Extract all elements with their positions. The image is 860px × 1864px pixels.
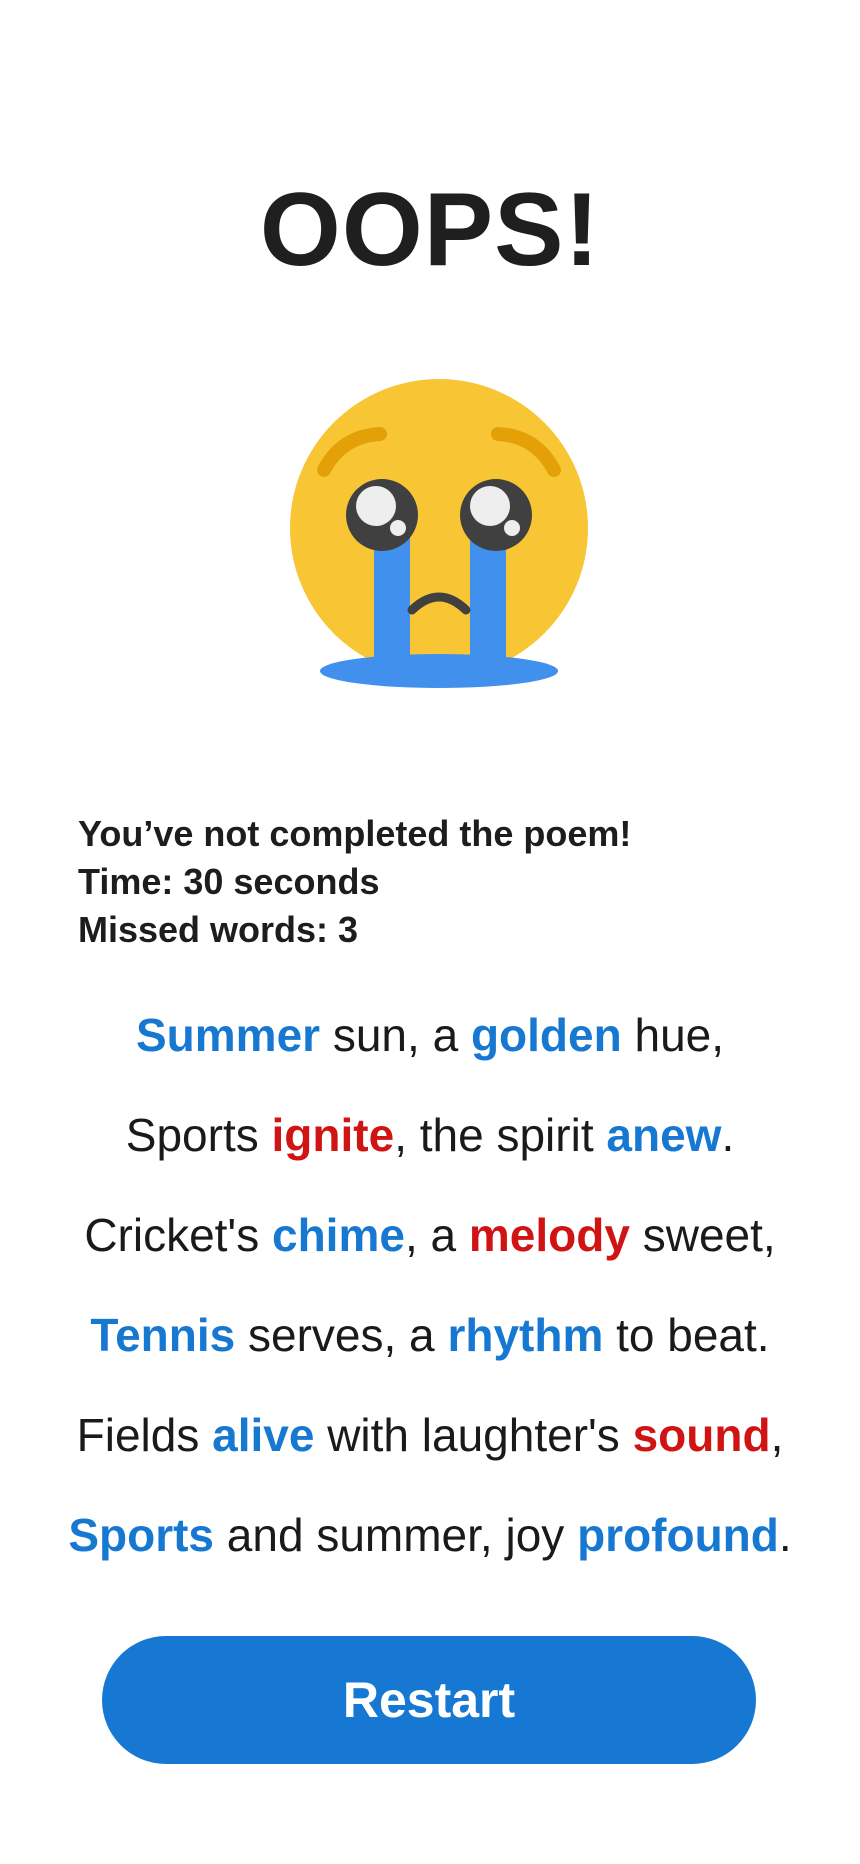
poem-line: Fields alive with laughter's sound, <box>0 1385 860 1485</box>
poem-text: and summer, joy <box>214 1509 578 1561</box>
poem-word: Tennis <box>90 1309 236 1361</box>
poem-text: , a <box>404 1209 469 1261</box>
poem-line: Tennis serves, a rhythm to beat. <box>0 1285 860 1385</box>
poem: Summer sun, a golden hue, Sports ignite,… <box>0 985 860 1585</box>
poem-line: Sports ignite, the spirit anew. <box>0 1085 860 1185</box>
poem-word: Summer <box>135 1009 321 1061</box>
poem-text: sweet, <box>629 1209 776 1261</box>
poem-word: ignite <box>271 1109 395 1161</box>
result-summary: You’ve not completed the poem! Time: 30 … <box>78 810 798 954</box>
poem-text: sun, a <box>320 1009 471 1061</box>
result-message: You’ve not completed the poem! <box>78 813 632 854</box>
poem-word: Sports <box>68 1509 215 1561</box>
poem-line: Cricket's chime, a melody sweet, <box>0 1185 860 1285</box>
poem-line: Summer sun, a golden hue, <box>0 985 860 1085</box>
poem-word: golden <box>470 1009 622 1061</box>
poem-text: , <box>770 1409 784 1461</box>
poem-word: alive <box>212 1409 315 1461</box>
poem-text: serves, a <box>235 1309 448 1361</box>
poem-line: Sports and summer, joy profound. <box>0 1485 860 1585</box>
poem-text: to beat. <box>603 1309 770 1361</box>
poem-text: hue, <box>621 1009 725 1061</box>
page-title: OOPS! <box>259 172 601 288</box>
poem-word: anew <box>606 1109 722 1161</box>
poem-word: rhythm <box>447 1309 604 1361</box>
poem-text: with laughter's <box>314 1409 633 1461</box>
result-time: Time: 30 seconds <box>78 861 380 902</box>
poem-text: . <box>721 1109 735 1161</box>
poem-word: profound <box>577 1509 779 1561</box>
crying-face-icon <box>290 379 588 688</box>
poem-word: sound <box>632 1409 771 1461</box>
poem-word: melody <box>468 1209 630 1261</box>
poem-text: Sports <box>125 1109 272 1161</box>
poem-text: Fields <box>76 1409 213 1461</box>
poem-word: chime <box>272 1209 405 1261</box>
poem-text: , the spirit <box>394 1109 607 1161</box>
restart-button[interactable]: Restart <box>102 1636 756 1764</box>
poem-text: . <box>778 1509 792 1561</box>
result-missed-count: Missed words: 3 <box>78 909 359 950</box>
poem-text: Cricket's <box>84 1209 272 1261</box>
